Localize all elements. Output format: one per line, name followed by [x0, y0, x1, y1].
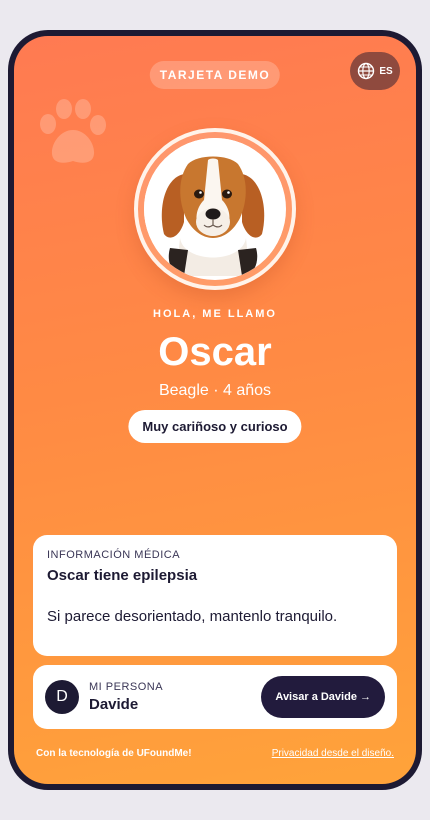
- paw-icon: [36, 98, 110, 173]
- medical-instructions: Si parece desorientado, mantenlo tranqui…: [47, 608, 338, 625]
- footer: Con la tecnología de UFoundMe! Privacida…: [36, 748, 394, 759]
- medical-info-card: INFORMACIÓN MÉDICA Oscar tiene epilepsia…: [33, 535, 397, 656]
- pet-breed-age: Beagle · 4 años: [158, 382, 272, 399]
- globe-icon: [357, 62, 375, 80]
- owner-avatar: D: [45, 680, 79, 714]
- notify-owner-button[interactable]: Avisar a Davide →: [261, 676, 385, 718]
- pet-photo: [144, 138, 286, 280]
- pet-name: Oscar: [158, 330, 272, 374]
- phone-frame: TARJETA DEMO ES HOLA, ME LLAMO Oscar Bea…: [8, 30, 422, 790]
- greeting-text: HOLA, ME LLAMO: [153, 308, 277, 320]
- medical-condition-title: Oscar tiene epilepsia: [47, 567, 198, 584]
- privacy-link[interactable]: Privacidad desde el diseño.: [272, 748, 394, 759]
- pet-photo-frame: [134, 128, 296, 290]
- owner-info: MI PERSONA Davide: [89, 681, 261, 713]
- owner-label: MI PERSONA: [89, 681, 164, 693]
- owner-contact-card: D MI PERSONA Davide Avisar a Davide →: [33, 665, 397, 729]
- owner-name: Davide: [89, 696, 139, 713]
- medical-info-label: INFORMACIÓN MÉDICA: [47, 549, 181, 561]
- language-code: ES: [379, 65, 393, 77]
- demo-card-badge: TARJETA DEMO: [149, 61, 281, 89]
- pet-trait-badge: Muy cariñoso y curioso: [128, 410, 302, 443]
- pet-card-screen: TARJETA DEMO ES HOLA, ME LLAMO Oscar Bea…: [14, 36, 416, 784]
- powered-by-text: Con la tecnología de UFoundMe!: [36, 748, 192, 759]
- language-selector-button[interactable]: ES: [350, 52, 400, 90]
